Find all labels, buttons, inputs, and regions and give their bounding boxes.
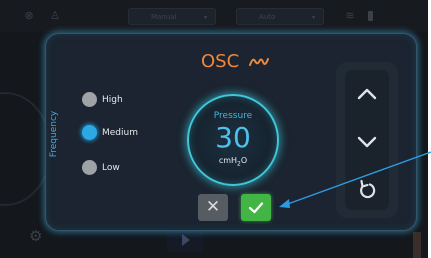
wifi-icon: ≋ xyxy=(345,9,355,22)
mode-title: OSC xyxy=(201,50,291,74)
unit-end: O xyxy=(240,156,248,165)
background-indicator xyxy=(413,232,421,258)
chevron-down-icon: ▾ xyxy=(311,14,315,21)
play-icon xyxy=(182,234,190,246)
frequency-label: Frequency xyxy=(49,110,59,158)
rotate-ccw-icon xyxy=(360,179,376,199)
mode-dropdown-auto[interactable]: Auto ▾ xyxy=(236,8,324,25)
osc-settings-dialog: OSC Frequency High Medium Low Pressure 3… xyxy=(45,33,417,231)
play-button[interactable] xyxy=(167,228,203,252)
frequency-option-high[interactable]: High xyxy=(82,92,162,108)
chevron-down-icon xyxy=(357,136,377,148)
device-screen: ⊗ ♙ Manual ▾ Auto ▾ ≋ ⚙ OSC Frequency Hi… xyxy=(0,0,428,258)
user-icon[interactable]: ♙ xyxy=(48,9,62,23)
pressure-unit: cmH2O xyxy=(189,156,277,170)
unit-main: cmH xyxy=(218,156,238,165)
mode-title-text: OSC xyxy=(201,51,240,72)
radio-low[interactable] xyxy=(82,160,97,175)
adjust-panel xyxy=(336,62,398,218)
osc-wave-icon xyxy=(248,58,269,66)
check-icon xyxy=(248,202,264,214)
frequency-option-medium[interactable]: Medium xyxy=(82,125,162,141)
alarm-icon[interactable]: ⊗ xyxy=(22,9,36,23)
chevron-up-icon xyxy=(357,88,377,100)
radio-medium[interactable] xyxy=(82,125,97,140)
adjust-controls xyxy=(345,70,389,210)
reset-button[interactable] xyxy=(345,178,389,204)
frequency-option-low[interactable]: Low xyxy=(82,160,162,176)
option-label-low: Low xyxy=(102,163,120,173)
top-status-bar: ⊗ ♙ Manual ▾ Auto ▾ ≋ xyxy=(0,0,428,32)
mode-auto-label: Auto xyxy=(259,13,276,21)
decrease-button[interactable] xyxy=(345,132,389,156)
battery-icon xyxy=(368,11,373,21)
close-icon: ✕ xyxy=(205,197,221,217)
chevron-down-icon: ▾ xyxy=(203,14,207,21)
pressure-dial[interactable]: Pressure 30 cmH2O xyxy=(187,94,279,186)
mode-dropdown-manual[interactable]: Manual ▾ xyxy=(128,8,216,25)
option-label-high: High xyxy=(102,95,123,105)
confirm-button[interactable] xyxy=(241,194,271,221)
mode-manual-label: Manual xyxy=(151,13,177,21)
pressure-value: 30 xyxy=(215,121,251,154)
increase-button[interactable] xyxy=(345,84,389,108)
radio-high[interactable] xyxy=(82,92,97,107)
cancel-button[interactable]: ✕ xyxy=(198,194,228,221)
gear-icon[interactable]: ⚙ xyxy=(29,229,42,244)
option-label-medium: Medium xyxy=(102,128,138,138)
